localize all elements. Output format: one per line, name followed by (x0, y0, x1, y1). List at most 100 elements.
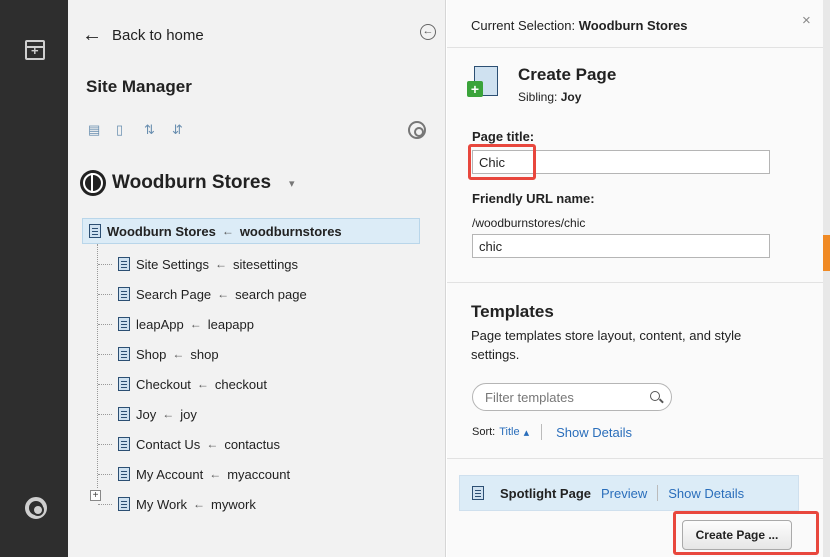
sort-asc-icon[interactable]: ▴ (524, 426, 530, 439)
friendly-url-label: Friendly URL name: (472, 191, 595, 206)
tree-item-url: mywork (211, 496, 256, 512)
templates-title: Templates (471, 302, 554, 321)
preview-link[interactable]: Preview (601, 486, 647, 501)
site-selector[interactable]: Woodburn Stores ▾ (80, 170, 295, 196)
arrow-separator: ← (215, 257, 227, 271)
background-page-edge (823, 0, 830, 557)
tree-item-url: contactus (224, 436, 280, 452)
tree-item-url: shop (190, 346, 219, 362)
move-up-icon[interactable]: ⇅ (144, 122, 158, 138)
tree-item-name: Shop (136, 346, 167, 362)
page-title-label: Page title: (472, 129, 535, 144)
tree-item-url: search page (235, 286, 307, 302)
tree-item-url: joy (180, 406, 197, 422)
search-icon[interactable] (650, 391, 660, 401)
arrow-separator: ← (206, 437, 219, 451)
background-accent (823, 235, 830, 271)
template-show-details-link[interactable]: Show Details (668, 486, 744, 501)
page-icon (118, 317, 130, 331)
arrow-separator: ← (217, 287, 230, 301)
tree-item-name: Checkout (136, 376, 191, 392)
tree-item[interactable]: Joy ← joy (98, 404, 197, 424)
arrow-separator: ← (189, 317, 202, 331)
current-selection-label: Current Selection: (471, 18, 576, 33)
arrow-separator: ← (209, 467, 222, 481)
collapse-panel-icon[interactable]: ← (420, 24, 436, 40)
tree-connector (98, 383, 112, 385)
friendly-url-input[interactable] (472, 234, 770, 258)
tree-item-url: sitesettings (233, 256, 299, 272)
tree-connector (98, 443, 112, 445)
back-to-home-link[interactable]: ← Back to home (82, 24, 204, 46)
arrow-separator: ← (221, 224, 234, 238)
tree-item[interactable]: My Work ← mywork (98, 494, 256, 514)
help-icon[interactable] (25, 497, 47, 519)
filter-templates-input[interactable] (472, 383, 672, 411)
tree-item-url: myaccount (227, 466, 291, 482)
tree-item-url: woodburnstores (239, 223, 342, 239)
sort-row: Sort: Title ▴ Show Details (472, 424, 632, 440)
friendly-url-prefix: /woodburnstores/chic (472, 216, 586, 230)
tree-item-name: Joy (136, 406, 157, 422)
page-icon (118, 377, 130, 391)
panel-header: Current Selection: Woodburn Stores × (447, 0, 823, 48)
sibling-value: Joy (560, 90, 582, 104)
tree-item-name: My Account (136, 466, 204, 482)
tree-item[interactable]: Search Page ← search page (98, 284, 307, 304)
tree-connector (98, 413, 112, 415)
tree-item[interactable]: Checkout ← checkout (98, 374, 267, 394)
page-icon (118, 437, 130, 451)
tree-item-name: leapApp (136, 316, 184, 332)
tree-item-url: leapapp (207, 316, 254, 332)
tree-item-name: Search Page (136, 286, 212, 302)
site-settings-icon[interactable] (408, 121, 426, 139)
tree-connector (98, 353, 112, 355)
page-icon (472, 486, 484, 500)
add-page-icon[interactable]: ▯ (116, 122, 130, 138)
back-arrow-icon: ← (82, 24, 102, 46)
create-button-highlight (673, 511, 819, 555)
tree-connector (98, 473, 112, 475)
section-divider (447, 458, 823, 459)
template-separator (657, 485, 659, 501)
tree-item-name: Site Settings (136, 256, 209, 272)
page-icon (118, 347, 130, 361)
tree-item[interactable]: leapApp ← leapapp (98, 314, 254, 334)
current-selection: Current Selection: Woodburn Stores (471, 18, 688, 33)
templates-description: Page templates store layout, content, an… (471, 328, 742, 362)
add-panel-icon[interactable] (25, 40, 45, 60)
template-name: Spotlight Page (500, 485, 591, 501)
page-icon (118, 257, 130, 271)
show-details-link[interactable]: Show Details (556, 425, 632, 440)
panel-title: Site Manager (86, 77, 192, 96)
add-child-page-icon[interactable]: ▤ (88, 122, 102, 138)
template-row[interactable]: Spotlight Page Preview Show Details (459, 475, 799, 511)
sibling-info: Sibling: Joy (518, 90, 581, 104)
current-selection-value: Woodburn Stores (578, 18, 688, 33)
page-icon (118, 407, 130, 421)
create-page-panel: Current Selection: Woodburn Stores × Cre… (447, 0, 823, 557)
chevron-down-icon[interactable]: ▾ (289, 177, 295, 190)
tree-item-name: Woodburn Stores (107, 223, 216, 239)
page-icon (118, 287, 130, 301)
tree-item[interactable]: My Account ← myaccount (98, 464, 290, 484)
close-icon[interactable]: × (802, 12, 811, 29)
site-name: Woodburn Stores (112, 172, 272, 193)
sort-separator (541, 424, 543, 440)
tree-item[interactable]: Shop ← shop (98, 344, 219, 364)
create-page-title: Create Page (518, 65, 617, 84)
sort-title-link[interactable]: Title (499, 426, 519, 438)
tree-item[interactable]: Contact Us ← contactus (98, 434, 280, 454)
tree-connector (98, 293, 112, 295)
sort-label: Sort: (472, 426, 496, 438)
sibling-label: Sibling: (518, 90, 558, 104)
move-down-icon[interactable]: ⇵ (172, 122, 186, 138)
page-icon (89, 224, 101, 238)
tree-root-item[interactable]: Woodburn Stores ← woodburnstores (82, 218, 420, 244)
page-icon (118, 497, 130, 511)
arrow-separator: ← (172, 347, 185, 361)
page-icon (118, 467, 130, 481)
tree-item[interactable]: Site Settings ← sitesettings (98, 254, 298, 274)
back-label: Back to home (112, 26, 204, 44)
tree-connector (98, 263, 112, 265)
